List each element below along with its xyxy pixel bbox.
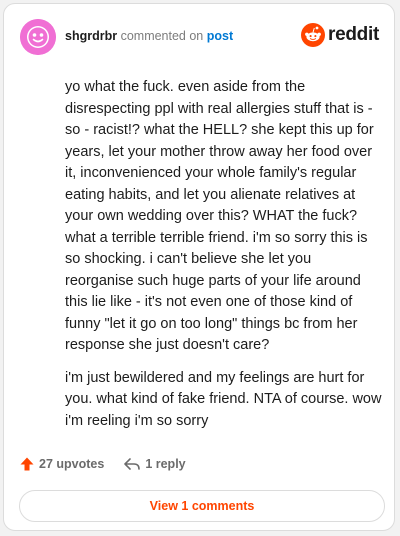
upvote-arrow-icon[interactable]: [19, 456, 35, 472]
comment-action-text: commented on: [120, 29, 204, 43]
avatar[interactable]: [20, 19, 56, 55]
comment-actions: 27 upvotes 1 reply: [19, 456, 186, 472]
post-link[interactable]: post: [207, 29, 233, 43]
avatar-face-icon: [20, 19, 56, 55]
reddit-wordmark: reddit: [328, 24, 379, 45]
reply-arrow-icon[interactable]: [123, 456, 141, 472]
reddit-logo[interactable]: reddit: [301, 23, 379, 47]
upvote-button[interactable]: 27 upvotes: [19, 456, 104, 472]
comment-paragraph: i'm just bewildered and my feelings are …: [65, 369, 382, 429]
comment-body: yo what the fuck. even aside from the di…: [65, 77, 383, 432]
reddit-snoo-icon: [301, 23, 326, 47]
comment-paragraph: yo what the fuck. even aside from the di…: [65, 79, 374, 353]
comment-card: shgrdrbr commented on post reddit yo wha…: [3, 3, 395, 531]
username[interactable]: shgrdrbr: [65, 29, 117, 43]
comment-header: shgrdrbr commented on post: [65, 28, 233, 44]
view-comments-button[interactable]: View 1 comments: [19, 490, 385, 522]
upvote-count: 27 upvotes: [39, 457, 105, 471]
reply-count: 1 reply: [145, 457, 186, 471]
reply-button[interactable]: 1 reply: [123, 456, 186, 472]
